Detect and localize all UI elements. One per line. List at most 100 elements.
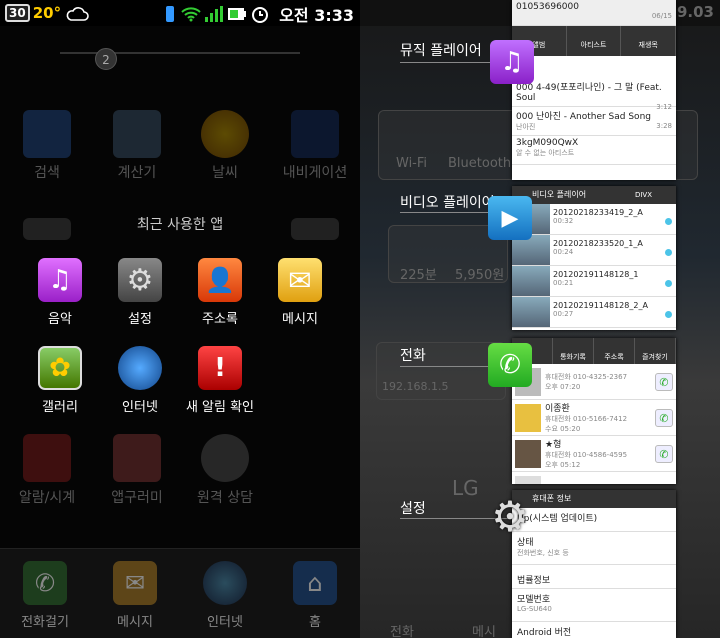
cloud-icon (66, 7, 89, 21)
phone-tab[interactable]: 통화기록 (553, 338, 594, 364)
contact-name: 이종환 (545, 404, 570, 414)
music-spacer (512, 56, 676, 78)
recent-app-browser[interactable]: 인터넷 (95, 346, 185, 415)
video-player-card[interactable]: 비디오 플레이어 DIVX 20120218233419_2_A 00:32 201… (512, 186, 676, 330)
contact-number: 휴대전화 010-4325-2367 (545, 372, 628, 381)
music-row[interactable]: 000 난아진 - Another Sad Song 난아진 3:28 (512, 107, 676, 136)
dim-app-label: 내비게이션 (282, 165, 348, 181)
video-header-title: 비디오 플레이어 (532, 190, 587, 199)
task-switcher: 9.03 Wi-Fi Bluetooth 225분 5,950원 192.168… (360, 0, 720, 638)
calculator-app-icon (113, 110, 161, 158)
song-title: 3kgM090QwX (516, 138, 579, 148)
phone-tab[interactable]: 주소록 (594, 338, 635, 364)
settings-row[interactable]: 상태 전화번호, 신호 등 (512, 532, 676, 565)
contact-number: 휴대전화 010-5166-7412 (545, 415, 628, 423)
globe-icon (118, 346, 162, 390)
dock-home[interactable]: ⌂ 홈 (270, 561, 360, 630)
settings-card[interactable]: 휴대폰 정보 Up(시스템 업데이트) 상태 전화번호, 신호 등 법률정보 모델… (512, 490, 676, 638)
category-settings[interactable]: 설정 (400, 498, 426, 518)
video-play-icon: ▶ (488, 196, 532, 240)
ghost-label: 메시 (472, 625, 496, 638)
video-header: 비디오 플레이어 DIVX (512, 186, 676, 204)
contacts-icon: 👤 (198, 258, 242, 302)
dock-messages[interactable]: ✉ 메시지 (90, 561, 180, 630)
envelope-icon: ✉ (113, 561, 157, 605)
ghost-label: LG (452, 476, 479, 500)
dock-label: 메시지 (117, 615, 153, 630)
ghost-label: 전화 (390, 625, 414, 638)
recent-app-settings[interactable]: ⚙ 설정 (95, 258, 185, 327)
music-tab[interactable]: 아티스트 (567, 26, 622, 56)
category-phone[interactable]: 전화 (400, 345, 426, 365)
dim-app-label: 계산기 (117, 165, 157, 181)
settings-title: 법률정보 (517, 576, 551, 586)
video-item[interactable]: 201202191148128_1 00:21 (512, 266, 676, 297)
video-dot (665, 249, 672, 256)
dock-browser[interactable]: 인터넷 (180, 561, 270, 630)
ghost-label: 225분 (400, 268, 437, 283)
phone-card[interactable]: 통화기록 주소록 즐겨찾기 휴대전화 010-4325-2367 오후 07:20… (512, 338, 676, 484)
video-item[interactable]: 201202191148128_2_A 00:27 (512, 297, 676, 328)
music-note-icon: ♫ (490, 40, 534, 84)
page-indicator[interactable]: 2 (95, 48, 117, 70)
music-player-card[interactable]: 01053696000 06/15 앨범 아티스트 재생목 000 4-49(포… (512, 0, 676, 180)
video-duration: 00:21 (553, 279, 574, 287)
video-item[interactable]: 20120218233520_1_A 00:24 (512, 235, 676, 266)
phone-tab[interactable]: 즐겨찾기 (635, 338, 676, 364)
gear-icon: ⚙ (491, 491, 529, 541)
dock-label: 전화걸기 (21, 615, 69, 630)
envelope-icon: ✉ (278, 258, 322, 302)
call-icon[interactable]: ✆ (655, 372, 673, 391)
video-item[interactable]: 20120218233419_2_A 00:32 (512, 204, 676, 235)
call-icon[interactable]: ✆ (655, 444, 673, 463)
alert-icon: ! (198, 346, 242, 390)
video-dot (665, 311, 672, 318)
vibrate-icon (166, 6, 175, 22)
video-duration: 00:32 (553, 217, 574, 225)
music-row[interactable]: 3kgM090QwX 알 수 없는 아티스트 (512, 136, 676, 165)
recent-app-messages[interactable]: ✉ 메시지 (255, 258, 345, 327)
song-artist: 난아진 (516, 123, 536, 131)
recent-app-gallery[interactable]: ✿ 갤러리 (15, 346, 105, 415)
call-log-row[interactable]: ★형 휴대전화 010-4586-4595 오후 05:12 ✆ (512, 436, 676, 472)
music-tab[interactable]: 재생목 (621, 26, 676, 56)
app-label: 설정 (128, 312, 152, 327)
weather-app-icon (201, 110, 249, 158)
category-music-player[interactable]: 뮤직 플레이어 (400, 40, 482, 60)
settings-header: 휴대폰 정보 (512, 490, 676, 508)
status-time: 9.03 (676, 3, 714, 21)
dock-phone[interactable]: ✆ 전화걸기 (0, 561, 90, 630)
call-icon[interactable]: ✆ (655, 408, 673, 427)
app-bundle-icon (113, 434, 161, 482)
video-dot (665, 280, 672, 287)
recent-app-alerts[interactable]: ! 새 알림 확인 (175, 346, 265, 415)
category-video-player[interactable]: 비디오 플레이어 (400, 192, 495, 212)
navigation-app-icon (291, 110, 339, 158)
app-label: 갤러리 (42, 400, 78, 415)
video-thumbnail (512, 297, 550, 327)
settings-row[interactable]: Android 버전 (512, 622, 676, 638)
video-name: 20120218233520_1_A (553, 239, 643, 248)
dim-app-label: 앱구러미 (111, 490, 163, 506)
settings-row[interactable]: Up(시스템 업데이트) (512, 508, 676, 532)
settings-row[interactable]: 모델번호 LG-SU640 (512, 589, 676, 622)
avatar (515, 475, 541, 484)
video-name: 201202191148128_1 (553, 270, 639, 279)
dock-label: 인터넷 (207, 615, 243, 630)
settings-row[interactable]: 법률정보 (512, 565, 676, 589)
call-log-row[interactable]: 휴대전화 010-4325-2367 오후 07:20 ✆ (512, 364, 676, 400)
app-label: 메시지 (282, 312, 318, 327)
song-title: 000 4-49(포포리나인) - 그 말 (Feat. Soul (516, 83, 662, 103)
music-note-icon: ♫ (38, 258, 82, 302)
screenshot-root: 30 20° 오전 3:33 2 검색 계산기 날씨 내비게이션 알람/시계 앱… (0, 0, 720, 638)
video-name: 20120218233419_2_A (553, 208, 643, 217)
settings-subtitle: 전화번호, 신호 등 (517, 549, 569, 557)
recent-app-music[interactable]: ♫ 음악 (15, 258, 105, 327)
divx-label: DIVX (634, 191, 652, 199)
status-time: 오전 3:33 (279, 6, 354, 25)
app-label: 새 알림 확인 (185, 400, 255, 415)
music-row[interactable]: 000 4-49(포포리나인) - 그 말 (Feat. Soul 3:12 (512, 78, 676, 111)
call-log-row[interactable]: 이종환 휴대전화 010-5166-7412 수요 05:20 ✆ (512, 400, 676, 436)
call-log-row[interactable]: 010-2344-6075 (512, 472, 676, 484)
recent-app-contacts[interactable]: 👤 주소록 (175, 258, 265, 327)
